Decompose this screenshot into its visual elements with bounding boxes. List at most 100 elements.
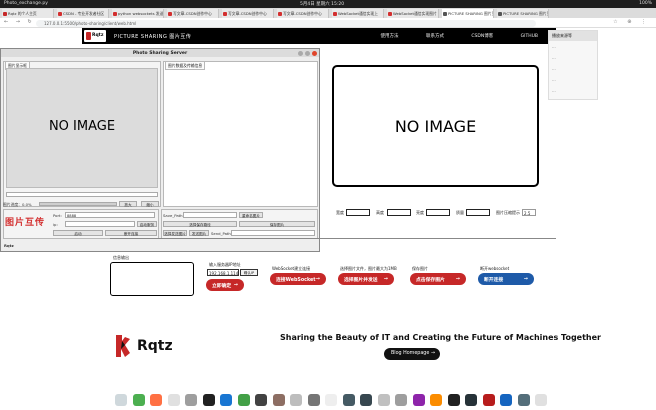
archive-icon[interactable] <box>377 394 390 406</box>
send-image-button[interactable]: 发送图片 <box>189 230 209 236</box>
browser-nav-buttons[interactable]: ← → ↻ <box>4 19 35 25</box>
browser-tab[interactable]: PICTURE SHARING 图片互传 <box>442 9 494 18</box>
gui-footer-brand: Rqtz <box>4 243 14 248</box>
paint-icon[interactable] <box>500 394 512 406</box>
site-logo-text: Rqtz <box>92 33 104 38</box>
choose-and-send-button[interactable]: 选择图片并发送 → <box>338 273 394 285</box>
enlarge-button[interactable]: 放大 <box>119 201 137 207</box>
browser-extension-icons[interactable]: ☆ ⊕ ⋮ <box>613 19 650 25</box>
shrink-button[interactable]: 缩小 <box>141 201 159 207</box>
port-input[interactable]: 8888 <box>65 212 155 218</box>
minimize-icon[interactable] <box>298 50 303 56</box>
qq-icon[interactable] <box>202 394 215 406</box>
nav-link-contact[interactable]: 联系方式 <box>426 34 444 39</box>
browser-tab[interactable]: CSDN - 专业开发者社区 <box>57 9 109 18</box>
log-output-box[interactable] <box>110 262 194 296</box>
media-icon[interactable] <box>412 394 425 406</box>
log-label: 信息输出 <box>113 255 129 260</box>
websocket-connect-label: WebSocket建立连接 <box>272 266 311 271</box>
nav-link-usage[interactable]: 使用方法 <box>381 34 399 39</box>
choose-send-image-button[interactable]: 选择发送图片 <box>163 230 187 236</box>
trash-icon[interactable] <box>115 394 127 406</box>
dropdown-header[interactable]: 播放来源等 <box>549 31 597 41</box>
nav-link-csdn[interactable]: CSDN博客 <box>471 34 493 39</box>
rqtz-logo-icon <box>116 335 130 357</box>
calculator-icon[interactable] <box>395 394 407 406</box>
network-icon[interactable] <box>482 394 495 406</box>
compress-select[interactable]: 2.5 <box>522 209 536 216</box>
dropdown-item[interactable]: ... <box>549 52 597 63</box>
connect-websocket-button[interactable]: 连接WebSocket → <box>270 273 326 285</box>
os-tray[interactable]: 100% <box>639 1 652 6</box>
blog-homepage-button[interactable]: Blog Homepage → <box>384 348 440 360</box>
browser-tab[interactable]: python websockets 发送 <box>112 9 164 18</box>
horizontal-scrollbar[interactable] <box>6 192 158 197</box>
text-editor-icon[interactable] <box>325 394 337 406</box>
site-logo[interactable]: Rqtz <box>84 30 106 42</box>
quality-input[interactable] <box>466 209 490 216</box>
browser-tab-strip: Rqtz 的个人主页 CSDN - 专业开发者社区 python websocket… <box>0 8 656 18</box>
confirm-now-button[interactable]: 立即确定 → <box>206 279 244 291</box>
image-info-tab[interactable]: 图片数据及传输信息 <box>165 61 206 70</box>
app-icon[interactable] <box>447 394 460 406</box>
confirm-ip-button[interactable]: 确认IP <box>240 269 258 276</box>
image-info-panel: 图片数据及传输信息 <box>163 61 318 207</box>
send-path-input[interactable] <box>231 230 315 236</box>
os-app-name: Photo_exchange.py <box>4 1 48 6</box>
video-icon[interactable] <box>342 394 355 406</box>
url-input[interactable]: 127.0.0.1:5500/photo-sharing/client/web.… <box>36 19 536 27</box>
maximize-icon[interactable] <box>305 50 310 56</box>
start-button[interactable]: 启动 <box>53 230 103 236</box>
plane-icon[interactable] <box>360 394 372 406</box>
terminal-icon[interactable] <box>255 394 267 406</box>
gui-ip-input[interactable] <box>65 221 135 227</box>
os-top-bar: Photo_exchange.py 5月4日 星期六 15:20 100% <box>0 0 656 8</box>
choose-save-path-button[interactable]: 选择保存路径 <box>163 221 237 227</box>
dropdown-item[interactable]: ... <box>549 63 597 74</box>
click-save-image-label: 点击保存图片 <box>416 278 445 283</box>
settings-icon[interactable] <box>185 394 197 406</box>
vscode-icon[interactable] <box>220 394 232 406</box>
save-image-button[interactable]: 保存图片 <box>239 221 315 227</box>
chrome-icon[interactable] <box>132 394 145 406</box>
browser-tab[interactable]: Rqtz 的个人主页 <box>2 9 54 18</box>
wechat-icon[interactable] <box>237 394 250 406</box>
save-path-input[interactable] <box>183 212 237 218</box>
dropdown-item[interactable]: ... <box>549 74 597 85</box>
box-icon[interactable] <box>290 394 302 406</box>
progress-bar <box>39 202 117 206</box>
brightness-input[interactable] <box>426 209 450 216</box>
firefox-icon[interactable] <box>150 394 162 406</box>
tab-label: CSDN - 专业开发者社区 <box>63 11 105 16</box>
browser-tab[interactable]: 写文章-CSDN创作中心 <box>277 9 329 18</box>
toolbox-icon[interactable] <box>307 394 320 406</box>
browser-tab[interactable]: 写文章-CSDN创作中心 <box>222 9 274 18</box>
nav-link-github[interactable]: GITHUB <box>521 34 538 39</box>
tab-favicon-icon <box>3 11 7 16</box>
disconnect-button[interactable]: 断开连接 → <box>478 273 534 285</box>
dropdown-item[interactable]: ... <box>549 85 597 96</box>
screenshot-icon[interactable] <box>517 394 530 406</box>
monitor-icon[interactable] <box>465 394 477 406</box>
os-clock[interactable]: 5月4日 星期六 15:20 <box>300 1 344 7</box>
files-icon[interactable] <box>167 394 180 406</box>
server-ip-input[interactable]: 192.168.1.114 <box>207 269 239 276</box>
browser-tab[interactable]: PICTURE SHARING 图片互传 <box>497 9 549 18</box>
click-save-image-button[interactable]: 点击保存图片 → <box>410 273 466 285</box>
height-input[interactable] <box>387 209 411 216</box>
site-title: PICTURE SHARING 图片互传 <box>114 34 192 40</box>
browser-tab[interactable]: WebSocket通信实现图片 <box>387 9 439 18</box>
browser-tab[interactable]: WebSocket通信实现上 <box>332 9 384 18</box>
disconnect-gui-button[interactable]: 断开连接 <box>105 230 157 236</box>
firefox2-icon[interactable] <box>430 394 442 406</box>
width-input[interactable] <box>346 209 370 216</box>
gimp-icon[interactable] <box>272 394 285 406</box>
browser-tab[interactable]: 写文章-CSDN创作中心 <box>167 9 219 18</box>
dropdown-item[interactable]: ... <box>549 41 597 52</box>
rename-image-button[interactable]: 重命名图片 <box>239 212 263 218</box>
gui-no-image-text: NO IMAGE <box>48 119 116 134</box>
close-icon[interactable] <box>312 50 317 56</box>
start-server-button[interactable]: 启动服务 <box>137 221 157 227</box>
window-titlebar[interactable]: Photo Sharing Server <box>1 49 319 57</box>
trash2-icon[interactable] <box>535 394 547 406</box>
